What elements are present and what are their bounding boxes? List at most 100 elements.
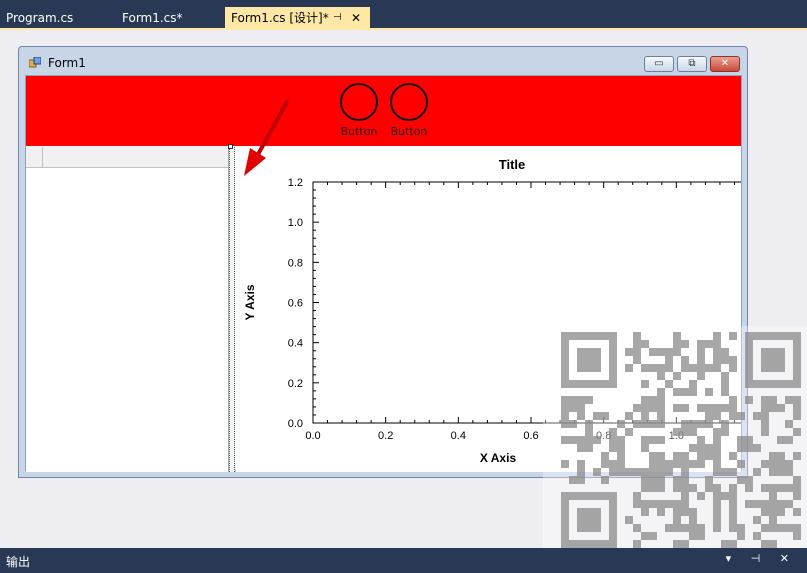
qr-module <box>761 540 769 548</box>
qr-module <box>569 420 577 428</box>
qr-module <box>633 524 641 532</box>
qr-module <box>641 484 649 492</box>
qr-module <box>657 476 665 484</box>
qr-module <box>665 380 673 388</box>
qr-module <box>649 436 657 444</box>
qr-module <box>641 468 649 476</box>
qr-module <box>769 452 777 460</box>
data-grid-view[interactable] <box>26 147 229 472</box>
round-button-2[interactable] <box>390 83 428 121</box>
qr-module <box>777 500 785 508</box>
qr-module <box>657 508 665 516</box>
qr-module <box>761 500 769 508</box>
qr-module <box>697 532 705 540</box>
qr-module <box>633 492 641 500</box>
close-button[interactable]: ✕ <box>710 56 740 72</box>
qr-module <box>769 460 777 468</box>
qr-module <box>681 492 689 500</box>
qr-module <box>641 532 649 540</box>
qr-module <box>577 348 601 372</box>
qr-module <box>657 348 665 356</box>
qr-module <box>593 412 601 420</box>
tab-form1-cs[interactable]: Form1.cs* <box>116 7 220 29</box>
pin-icon[interactable]: ⊣ <box>333 7 342 29</box>
qr-module <box>641 340 649 348</box>
qr-module <box>561 436 569 444</box>
qr-module <box>697 460 705 468</box>
qr-module <box>665 364 673 372</box>
qr-module <box>625 412 633 420</box>
qr-module <box>561 332 617 340</box>
round-button-1[interactable] <box>340 83 378 121</box>
qr-module <box>777 452 785 460</box>
qr-module <box>561 396 569 404</box>
qr-module <box>689 364 697 372</box>
qr-module <box>561 332 569 388</box>
tab-form1-designer[interactable]: Form1.cs [设计]* ⊣ ✕ <box>225 7 370 29</box>
qr-module <box>705 452 713 460</box>
y-axis-label: Y Axis <box>243 284 257 320</box>
qr-module <box>649 460 657 468</box>
qr-module <box>713 500 721 508</box>
tab-program-cs[interactable]: Program.cs <box>0 7 112 29</box>
qr-module <box>737 444 745 452</box>
qr-module <box>721 356 729 364</box>
close-icon[interactable]: ✕ <box>351 7 361 29</box>
qr-module <box>745 396 753 404</box>
qr-module <box>649 452 657 460</box>
qr-module <box>713 436 721 444</box>
qr-module <box>697 444 705 452</box>
qr-module <box>721 388 729 396</box>
qr-module <box>585 444 593 452</box>
qr-module <box>705 364 713 372</box>
qr-module <box>561 380 617 388</box>
qr-module <box>577 476 585 484</box>
qr-module <box>729 452 737 460</box>
qr-module <box>569 396 577 404</box>
qr-module <box>609 332 617 388</box>
qr-module <box>793 508 801 516</box>
qr-module <box>641 476 649 484</box>
qr-module <box>753 412 761 420</box>
x-axis-label: X Axis <box>480 451 517 465</box>
qr-module <box>617 444 625 452</box>
qr-module <box>729 524 737 532</box>
qr-module <box>721 404 729 412</box>
qr-module <box>713 428 721 436</box>
qr-module <box>681 340 689 348</box>
qr-module <box>657 388 665 396</box>
qr-module <box>761 412 769 420</box>
qr-module <box>657 452 665 460</box>
qr-module <box>577 412 585 420</box>
qr-module <box>681 420 689 428</box>
maximize-button[interactable]: ⧉ <box>677 56 707 72</box>
qr-module <box>649 348 657 356</box>
qr-module <box>633 340 641 348</box>
splitter[interactable] <box>229 147 235 472</box>
x-tick-label: 0.0 <box>305 430 320 442</box>
qr-module <box>641 420 649 428</box>
qr-module <box>585 436 593 444</box>
qr-module <box>665 348 673 356</box>
qr-module <box>569 476 577 484</box>
form-title: Form1 <box>48 56 86 70</box>
qr-module <box>737 524 745 532</box>
qr-module <box>601 460 609 468</box>
qr-module <box>633 348 641 356</box>
minimize-button[interactable]: ▭ <box>644 56 674 72</box>
qr-module <box>793 476 801 484</box>
qr-module <box>785 524 793 532</box>
top-panel[interactable]: Button Button <box>26 76 741 146</box>
qr-module <box>745 332 753 388</box>
qr-module <box>793 412 801 420</box>
x-tick-label: 0.2 <box>378 430 393 442</box>
y-tick-label: 1.0 <box>288 217 303 229</box>
qr-module <box>657 468 665 476</box>
qr-module <box>713 484 721 492</box>
output-panel-controls[interactable]: ▾ ⊣ ✕ <box>726 552 797 565</box>
qr-module <box>681 484 689 492</box>
qr-module <box>681 428 689 436</box>
qr-module <box>617 452 625 460</box>
qr-module <box>761 460 769 468</box>
qr-module <box>641 436 649 444</box>
